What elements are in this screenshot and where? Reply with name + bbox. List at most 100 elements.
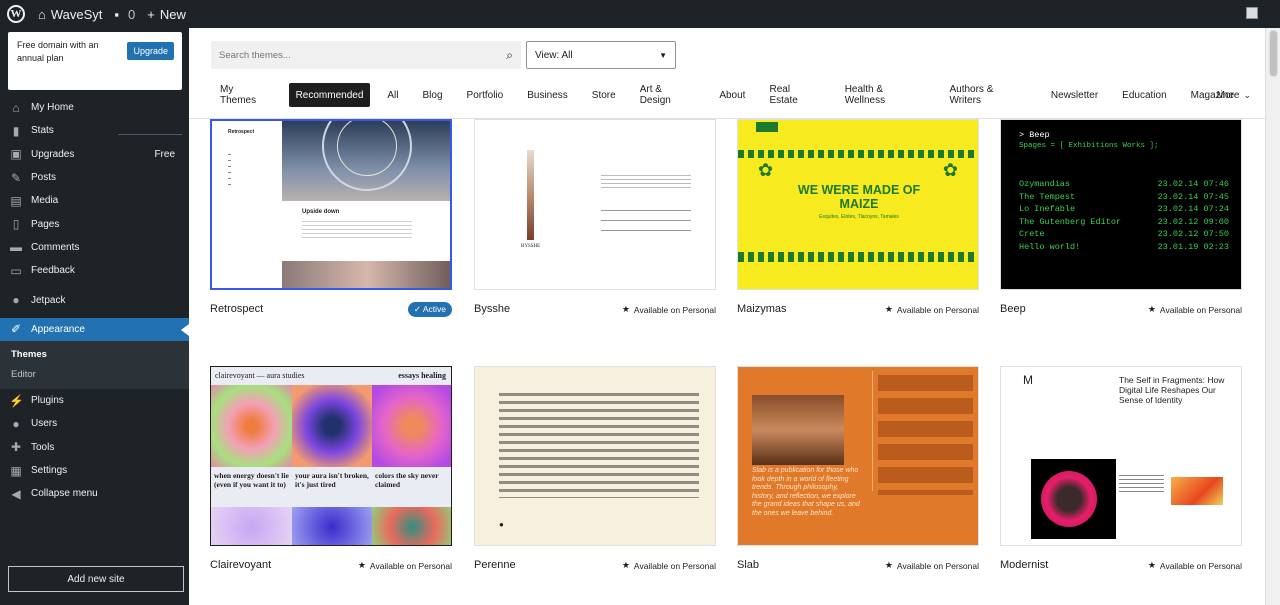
star-icon: ★ xyxy=(1147,304,1156,314)
brush-icon: ✐ xyxy=(10,322,22,337)
theme-name[interactable]: Slab xyxy=(737,559,759,571)
theme-name[interactable]: Bysshe xyxy=(474,303,510,315)
date-grid xyxy=(499,393,699,498)
users-icon: ● xyxy=(12,416,20,431)
sidebar-item-media[interactable]: ▤ Media xyxy=(0,189,189,212)
list-item[interactable]: The Gutenberg Editor 23.02.12 09:00 xyxy=(1019,217,1229,230)
wordpress-logo-icon[interactable]: W xyxy=(0,0,32,28)
settings-icon: ▦ xyxy=(10,463,22,478)
theme-card[interactable]: ● Perenne ★ Available on Personal xyxy=(474,366,716,576)
sidebar-item-upgrades[interactable]: ▣ Upgrades Free xyxy=(0,143,189,166)
availability-label: ★ Available on Personal xyxy=(1147,304,1242,315)
theme-card[interactable]: Retrospect ▬ ▬ ▬ ▬ ▬ ▬ Upside down Retrospect… xyxy=(210,119,452,319)
admin-bar: W ⌂ WaveSyt ▪ 0 + New xyxy=(0,0,1280,28)
sidebar-item-stats[interactable]: ▮ Stats xyxy=(0,119,189,142)
vertical-scrollbar[interactable] xyxy=(1265,28,1280,605)
tab-art-design[interactable]: Art & Design xyxy=(633,83,703,107)
list-item[interactable]: Lo Inefable 23.02.14 07:24 xyxy=(1019,204,1229,217)
theme-card[interactable]: > Beep Spages = [ Exhibitions Works ]; O… xyxy=(1000,119,1242,319)
sidebar-item-my-home[interactable]: ⌂ My Home xyxy=(0,96,189,119)
theme-card[interactable]: M The Self in Fragments: How Digital Lif… xyxy=(1000,366,1242,576)
theme-name[interactable]: Modernist xyxy=(1000,559,1048,571)
submenu-item-editor[interactable]: Editor xyxy=(0,365,189,385)
search-input[interactable]: Search themes... ⌕ xyxy=(211,41,521,69)
theme-preview-clairevoyant[interactable]: clairevoyant — aura studies essays heali… xyxy=(210,366,452,546)
theme-preview-maizymas[interactable]: ✿ ✿ WE WERE MADE OF MAIZE Esquites, Elot… xyxy=(737,119,979,290)
tab-recommended[interactable]: Recommended xyxy=(288,83,371,107)
theme-card[interactable]: ✿ ✿ WE WERE MADE OF MAIZE Esquites, Elot… xyxy=(737,119,979,319)
upgrade-promo: Free domain with an annual plan Upgrade xyxy=(8,32,182,90)
theme-preview-beep[interactable]: > Beep Spages = [ Exhibitions Works ]; O… xyxy=(1000,119,1242,290)
theme-name[interactable]: Clairevoyant xyxy=(210,559,271,571)
sidebar-item-collapse-menu[interactable]: ◀ Collapse menu xyxy=(0,482,189,505)
home-icon: ⌂ xyxy=(12,100,20,115)
more-tabs-dropdown[interactable]: More ⌄ xyxy=(1217,83,1251,107)
view-select[interactable]: View: All ▼ xyxy=(526,41,676,69)
tab-business[interactable]: Business xyxy=(520,83,575,107)
admin-menu: ⌂ My Home ▮ Stats ▣ Upgrades Free ✎ Posts ▤ Me… xyxy=(0,96,189,505)
stats-icon: ▮ xyxy=(12,123,20,138)
add-new-site-button[interactable]: Add new site xyxy=(8,566,184,592)
sidebar-item-posts[interactable]: ✎ Posts xyxy=(0,166,189,189)
tab-about[interactable]: About xyxy=(712,83,752,107)
theme-preview-bysshe[interactable]: BYSSHE xyxy=(474,119,716,290)
tab-all[interactable]: All xyxy=(380,83,405,107)
tab-portfolio[interactable]: Portfolio xyxy=(460,83,511,107)
new-content-link[interactable]: + New xyxy=(141,0,192,28)
promo-text: Free domain with an annual plan xyxy=(17,40,99,63)
theme-name[interactable]: Beep xyxy=(1000,303,1026,315)
submenu-item-themes[interactable]: Themes xyxy=(0,345,189,365)
availability-label: ★ Available on Personal xyxy=(621,304,716,315)
tab-real-estate[interactable]: Real Estate xyxy=(762,83,827,107)
theme-preview-slab[interactable]: Slab is a publication for those who look… xyxy=(737,366,979,546)
star-icon: ★ xyxy=(884,304,893,314)
sidebar-item-comments[interactable]: ▬ Comments xyxy=(0,236,189,259)
star-icon: ★ xyxy=(357,560,366,570)
list-item[interactable]: Ozymandias 23.02.14 07:46 xyxy=(1019,179,1229,192)
sidebar-item-feedback[interactable]: ▭ Feedback xyxy=(0,259,189,282)
site-name-link[interactable]: ⌂ WaveSyt xyxy=(32,0,108,28)
blossom-image xyxy=(282,261,450,288)
appearance-submenu: Themes Editor xyxy=(0,340,189,389)
upgrades-badge: Free xyxy=(154,148,175,160)
theme-name[interactable]: Retrospect xyxy=(210,303,263,315)
theme-name[interactable]: Perenne xyxy=(474,559,516,571)
tab-store[interactable]: Store xyxy=(585,83,623,107)
theme-preview-perenne[interactable]: ● xyxy=(474,366,716,546)
beep-post-list: Ozymandias 23.02.14 07:46 The Tempest 23.0… xyxy=(1019,179,1229,255)
upgrade-button[interactable]: Upgrade xyxy=(127,42,174,60)
star-icon: ★ xyxy=(884,560,893,570)
theme-name[interactable]: Maizymas xyxy=(737,303,787,315)
tab-education[interactable]: Education xyxy=(1115,83,1173,107)
list-item[interactable]: Crete 23.02.12 07:50 xyxy=(1019,229,1229,242)
search-icon[interactable]: ⌕ xyxy=(506,48,513,63)
tab-authors-writers[interactable]: Authors & Writers xyxy=(942,83,1033,107)
theme-preview-modernist[interactable]: M The Self in Fragments: How Digital Lif… xyxy=(1000,366,1242,546)
theme-card[interactable]: BYSSHE Bysshe ★ Available on Personal xyxy=(474,119,716,319)
avatar[interactable] xyxy=(1246,7,1258,19)
sidebar-item-settings[interactable]: ▦ Settings xyxy=(0,459,189,482)
theme-card[interactable]: Slab is a publication for those who look… xyxy=(737,366,979,576)
sidebar-item-appearance[interactable]: ✐ Appearance xyxy=(0,317,189,341)
aura-image xyxy=(211,507,292,545)
tab-my-themes[interactable]: My Themes xyxy=(211,83,279,107)
availability-label: ★ Available on Personal xyxy=(884,560,979,571)
tab-newsletter[interactable]: Newsletter xyxy=(1044,83,1105,107)
sidebar-item-tools[interactable]: ✚ Tools xyxy=(0,436,189,459)
comments-link[interactable]: ▪ 0 xyxy=(108,0,141,28)
sidebar-item-jetpack[interactable]: ● Jetpack xyxy=(0,288,189,311)
scrollbar-thumb[interactable] xyxy=(1269,30,1278,77)
list-item[interactable]: The Tempest 23.02.14 07:45 xyxy=(1019,192,1229,205)
theme-preview-retrospect[interactable]: Retrospect ▬ ▬ ▬ ▬ ▬ ▬ Upside down xyxy=(210,119,452,290)
comment-icon: ▪ xyxy=(114,6,119,22)
theme-card[interactable]: clairevoyant — aura studies essays heali… xyxy=(210,366,452,576)
sidebar-item-pages[interactable]: ▯ Pages xyxy=(0,212,189,235)
home-icon: ⌂ xyxy=(38,6,46,22)
tab-blog[interactable]: Blog xyxy=(416,83,450,107)
list-item[interactable]: Hello world! 23.01.19 02:23 xyxy=(1019,242,1229,255)
sidebar-item-users[interactable]: ● Users xyxy=(0,412,189,435)
sidebar-item-plugins[interactable]: ⚡ Plugins xyxy=(0,389,189,412)
tab-health-wellness[interactable]: Health & Wellness xyxy=(838,83,933,107)
aura-image xyxy=(372,385,451,467)
aura-image xyxy=(372,507,451,545)
